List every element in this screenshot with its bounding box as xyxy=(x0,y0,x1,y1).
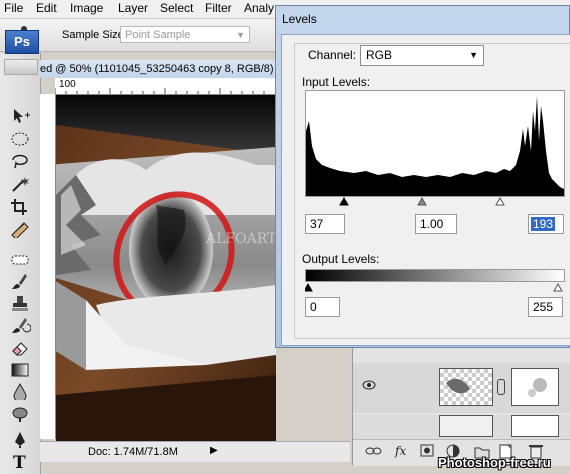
chevron-down-icon: ▼ xyxy=(469,50,478,60)
layer-row[interactable] xyxy=(353,415,570,439)
input-white-value: 193 xyxy=(531,217,556,231)
menu-image[interactable]: Image xyxy=(70,1,103,15)
link-icon xyxy=(365,447,382,455)
layer-mask-thumbnail[interactable] xyxy=(511,368,559,406)
canvas-artwork: ALFOART.COM xyxy=(56,95,276,441)
output-black-field[interactable]: 0 xyxy=(305,297,340,317)
crop-tool-icon[interactable] xyxy=(9,197,31,215)
photoshop-logo[interactable]: Ps xyxy=(5,30,39,54)
history-brush-icon[interactable] xyxy=(9,316,31,334)
gradient-tool-icon[interactable] xyxy=(9,360,31,378)
input-slider[interactable] xyxy=(305,195,563,207)
slice-tool-icon[interactable] xyxy=(9,220,31,238)
magic-wand-icon[interactable] xyxy=(9,175,31,193)
output-levels-label: Output Levels: xyxy=(302,252,380,266)
menu-layer[interactable]: Layer xyxy=(118,1,148,15)
watermark: ALFOART.COM xyxy=(205,231,276,247)
menu-select[interactable]: Select xyxy=(160,1,193,15)
options-bar: Sample Size: Point Sample ▼ xyxy=(0,19,280,52)
menu-analysis[interactable]: Analy xyxy=(244,1,274,15)
menu-edit[interactable]: Edit xyxy=(36,1,57,15)
pen-tool-icon[interactable] xyxy=(9,430,31,448)
canvas[interactable]: ALFOART.COM xyxy=(56,95,276,441)
chevron-down-icon: ▼ xyxy=(236,30,245,40)
status-bar: Doc: 1.74M/71.8M ▶ xyxy=(40,441,350,462)
gamma-slider xyxy=(417,196,427,206)
eraser-tool-icon[interactable] xyxy=(9,338,31,356)
type-tool-icon[interactable]: T xyxy=(9,452,31,470)
site-watermark: Photoshop-free.ru xyxy=(438,455,551,470)
play-arrow-icon[interactable]: ▶ xyxy=(210,445,218,456)
lasso-ellipse-marquee-icon[interactable] xyxy=(9,130,31,148)
input-black-field[interactable]: 37 xyxy=(305,214,345,234)
svg-text:T: T xyxy=(13,453,26,470)
document-title[interactable]: ed @ 50% (1101045_53250463 copy 8, RGB/8… xyxy=(40,60,275,78)
output-white-slider xyxy=(553,282,563,292)
layer-thumbnail[interactable] xyxy=(439,368,493,406)
histogram xyxy=(305,90,565,197)
input-levels-label: Input Levels: xyxy=(302,75,371,89)
output-black-slider xyxy=(303,282,313,292)
clone-stamp-icon[interactable] xyxy=(9,294,31,312)
fx-icon: fx xyxy=(394,444,406,458)
input-white-field[interactable]: 193 xyxy=(528,214,564,234)
ruler-horizontal: 100 xyxy=(55,78,275,95)
input-gamma-field[interactable]: 1.00 xyxy=(415,214,457,234)
doc-info[interactable]: Doc: 1.74M/71.8M xyxy=(88,446,178,458)
lasso-tool-icon[interactable] xyxy=(9,152,31,170)
toolbox-header[interactable] xyxy=(4,59,38,75)
output-slider[interactable] xyxy=(303,281,563,292)
channel-select[interactable]: RGB ▼ xyxy=(360,45,484,66)
layer-thumbnail[interactable] xyxy=(439,415,493,437)
menu-file[interactable]: File xyxy=(4,1,23,15)
sample-size-value: Point Sample xyxy=(125,29,191,41)
chain-link-icon[interactable] xyxy=(497,379,505,395)
visibility-eye-icon[interactable] xyxy=(362,379,376,391)
channel-label: Channel: xyxy=(308,48,357,62)
ruler-vertical xyxy=(40,94,56,439)
dodge-tool-icon[interactable] xyxy=(9,404,31,422)
menu-filter[interactable]: Filter xyxy=(205,1,232,15)
dialog-title[interactable]: Levels xyxy=(282,12,317,26)
brush-tool-icon[interactable] xyxy=(9,272,31,290)
layer-row[interactable] xyxy=(353,363,570,413)
white-point-slider xyxy=(495,196,505,206)
layers-panel: fx xyxy=(352,345,570,466)
histogram-graph xyxy=(306,96,564,196)
black-point-slider xyxy=(339,196,349,206)
blur-tool-icon[interactable] xyxy=(9,382,31,400)
move-tool-icon[interactable] xyxy=(9,107,31,125)
layer-mask-thumbnail[interactable] xyxy=(511,415,559,437)
sample-size-select[interactable]: Point Sample ▼ xyxy=(120,26,250,43)
output-white-field[interactable]: 255 xyxy=(528,297,563,317)
sample-size-label: Sample Size: xyxy=(62,29,127,41)
channel-value: RGB xyxy=(366,48,393,62)
healing-brush-icon[interactable] xyxy=(9,250,31,268)
